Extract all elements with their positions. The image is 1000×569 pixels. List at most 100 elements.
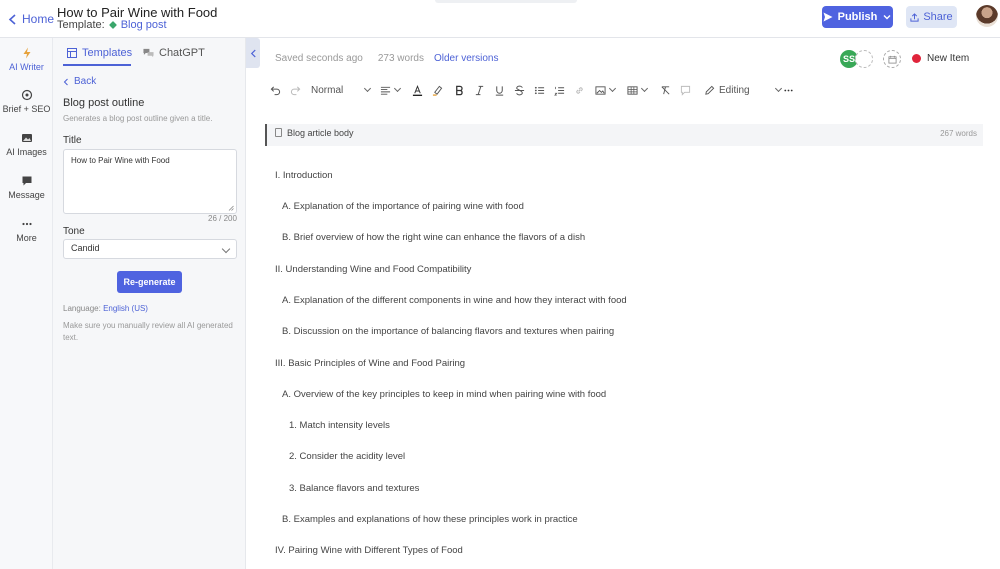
bullet-list-button[interactable] [534, 82, 545, 98]
document-icon [275, 128, 282, 137]
status-new-item[interactable]: New Item [912, 53, 969, 64]
clear-format-button[interactable] [660, 82, 671, 98]
resize-handle-icon[interactable] [228, 205, 234, 211]
outline-line: A. Overview of the key principles to kee… [282, 389, 607, 400]
chevron-down-icon [774, 84, 782, 93]
numbered-list-icon [554, 86, 565, 95]
tab-templates[interactable]: Templates [67, 47, 132, 59]
insert-table-button[interactable] [627, 82, 649, 98]
language-link[interactable]: English (US) [103, 304, 148, 313]
review-note: Make sure you manually review all AI gen… [63, 321, 233, 342]
chat-bubbles-icon [143, 48, 154, 58]
editor-status-bar: Saved seconds ago 273 words Older versio… [275, 53, 498, 64]
block-word-count: 267 words [940, 129, 977, 138]
outline-line: 3. Balance flavors and textures [289, 483, 420, 494]
outline-line: III. Basic Principles of Wine and Food P… [275, 358, 466, 369]
add-collaborator-button[interactable] [855, 50, 873, 68]
comment-button[interactable] [680, 82, 691, 98]
outline-line: I. Introduction [275, 170, 333, 181]
outline-line: II. Understanding Wine and Food Compatib… [275, 264, 472, 275]
language-info: Language: English (US) [63, 304, 148, 313]
send-icon [823, 12, 833, 22]
highlight-button[interactable] [432, 82, 443, 98]
comment-icon [680, 85, 691, 96]
ai-writer-panel: Templates ChatGPT Back Blog post outline… [53, 38, 260, 569]
word-count: 273 words [377, 53, 424, 64]
regenerate-button[interactable]: Re-generate [117, 271, 182, 293]
text-color-icon [412, 84, 423, 96]
underline-button[interactable] [494, 82, 505, 98]
redo-button[interactable] [290, 82, 301, 98]
rail-label: Brief + SEO [2, 104, 51, 114]
bold-button[interactable] [454, 82, 465, 98]
formatting-toolbar: Normal Editing [268, 82, 798, 98]
active-tab-indicator [63, 64, 131, 66]
character-counter: 26 / 200 [208, 214, 237, 223]
user-avatar[interactable] [976, 5, 998, 27]
block-label: Blog article body [287, 128, 354, 138]
back-label: Back [74, 76, 97, 87]
rail-item-ai-writer[interactable]: AI Writer [0, 47, 53, 72]
template-link[interactable]: Blog post [121, 19, 167, 31]
rail-label: AI Images [6, 147, 47, 157]
align-select[interactable] [380, 82, 402, 98]
rail-label: Message [8, 190, 45, 200]
template-icon [108, 20, 118, 30]
rail-label: AI Writer [9, 62, 44, 72]
numbered-list-button[interactable] [554, 82, 565, 98]
calendar-icon [887, 55, 897, 64]
bullet-list-icon [534, 86, 545, 94]
undo-button[interactable] [270, 82, 281, 98]
outline-line: 2. Consider the acidity level [289, 451, 406, 462]
chevron-down-icon [364, 84, 372, 93]
outline-line: IV. Pairing Wine with Different Types of… [275, 545, 463, 556]
share-button[interactable]: Share [906, 6, 957, 28]
upload-icon [910, 12, 919, 22]
rail-item-message[interactable]: Message [0, 175, 53, 200]
text-color-button[interactable] [412, 82, 423, 98]
highlighter-icon [432, 85, 443, 96]
collapse-panel-button[interactable] [246, 38, 260, 68]
outline-line: A. Explanation of the different componen… [282, 295, 627, 306]
older-versions-link[interactable]: Older versions [434, 53, 498, 64]
undo-icon [270, 85, 281, 95]
status-dot [912, 54, 921, 63]
outline-line: B. Examples and explanations of how thes… [282, 514, 578, 525]
publish-label: Publish [837, 11, 878, 23]
underline-icon [495, 85, 504, 96]
title-field-label: Title [63, 135, 82, 146]
lightning-icon [23, 47, 30, 59]
home-link[interactable]: Home [8, 12, 54, 26]
italic-button[interactable] [474, 82, 485, 98]
document-title[interactable]: How to Pair Wine with Food [57, 5, 217, 20]
rail-item-brief-seo[interactable]: Brief + SEO [0, 89, 53, 114]
italic-icon [475, 85, 484, 95]
chevron-left-icon [63, 78, 68, 85]
language-prefix: Language: [63, 304, 101, 313]
image-icon [595, 85, 606, 95]
panel-tabs: Templates ChatGPT [53, 38, 246, 66]
outline-line: B. Discussion on the importance of balan… [282, 326, 615, 337]
strikethrough-button[interactable] [514, 82, 525, 98]
outline-line: B. Brief overview of how the right wine … [282, 232, 586, 243]
more-icon [21, 222, 32, 226]
schedule-button[interactable] [883, 50, 901, 68]
rail-item-ai-images[interactable]: AI Images [0, 132, 53, 157]
title-textarea[interactable]: How to Pair Wine with Food [63, 149, 237, 214]
mode-select[interactable]: Editing [704, 82, 782, 98]
rail-item-more[interactable]: More [0, 218, 53, 243]
top-header: Home How to Pair Wine with Food Template… [0, 0, 1000, 38]
strikethrough-icon [514, 85, 525, 95]
chevron-down-icon [608, 84, 617, 93]
link-button[interactable] [574, 82, 585, 98]
publish-button[interactable]: Publish [822, 6, 893, 28]
link-icon [576, 86, 583, 94]
text-style-select[interactable]: Normal [311, 82, 372, 98]
tone-select[interactable]: Candid [63, 239, 237, 259]
back-link[interactable]: Back [63, 76, 96, 87]
tab-label: ChatGPT [159, 47, 205, 59]
chevron-down-icon [640, 84, 649, 93]
more-options-button[interactable] [783, 82, 794, 98]
insert-image-button[interactable] [595, 82, 617, 98]
tab-chatgpt[interactable]: ChatGPT [143, 47, 205, 59]
